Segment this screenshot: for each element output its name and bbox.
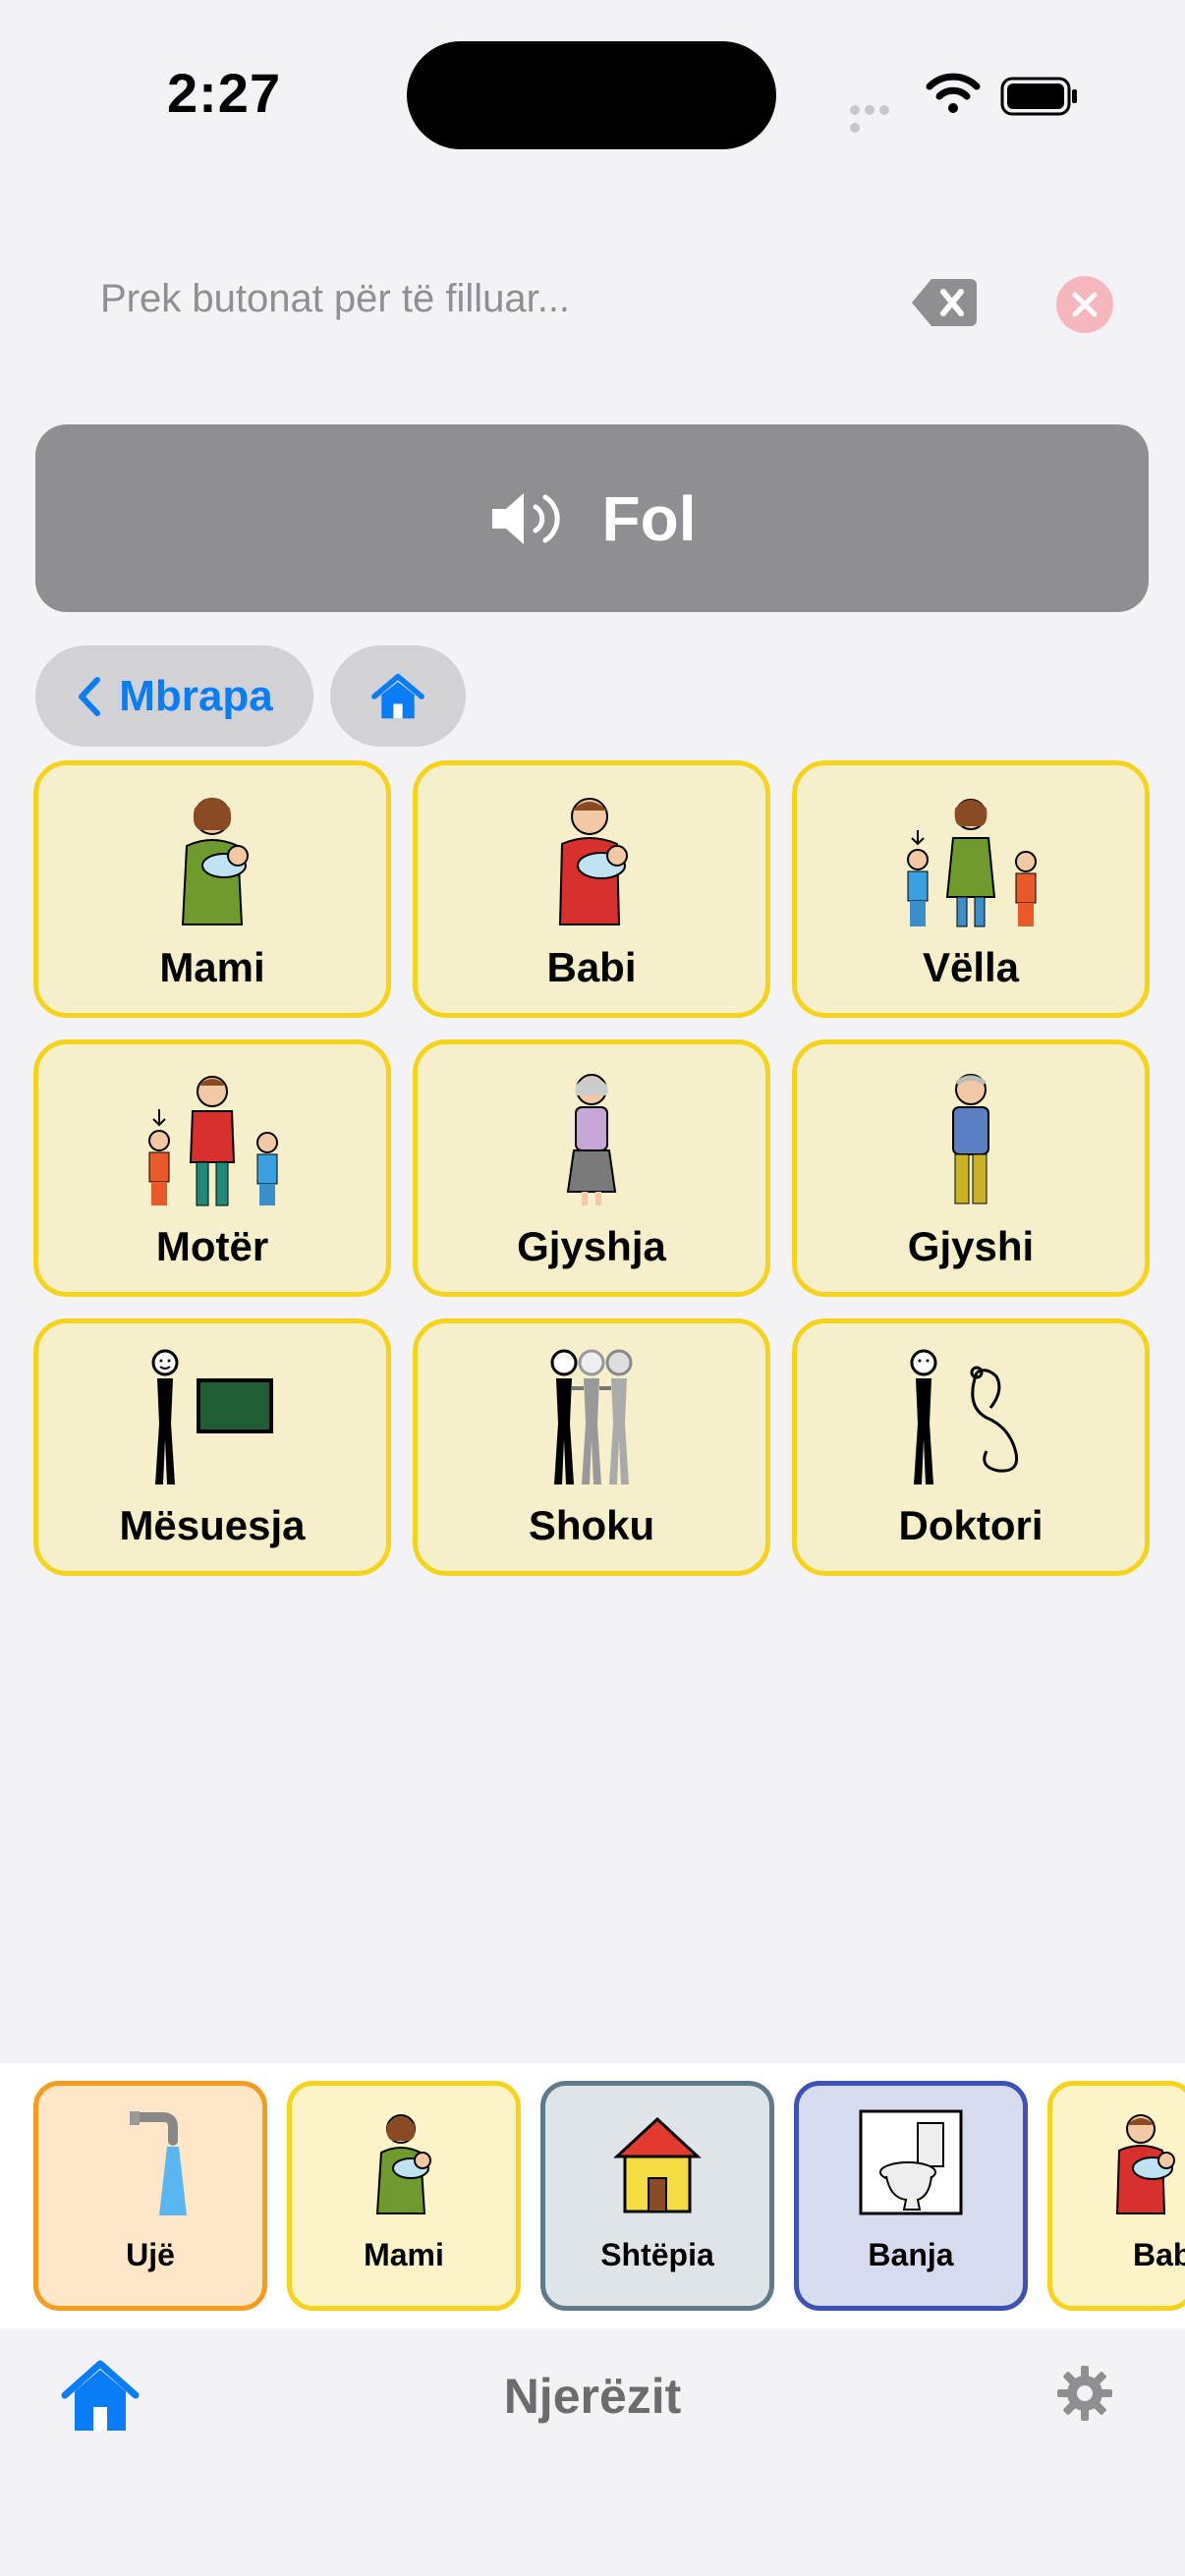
friends-icon bbox=[550, 1349, 633, 1484]
battery-icon bbox=[1000, 77, 1077, 116]
father-baby-icon bbox=[558, 798, 628, 925]
brother-icon bbox=[907, 799, 1037, 927]
dynamic-island bbox=[407, 41, 776, 149]
home-button[interactable] bbox=[330, 645, 466, 747]
close-icon bbox=[1072, 292, 1098, 317]
tile-doktori[interactable]: Doktori bbox=[792, 1318, 1150, 1576]
chip-babi[interactable]: Babi bbox=[1047, 2081, 1185, 2311]
chip-label: Ujë bbox=[126, 2237, 175, 2272]
grandfather-icon bbox=[952, 1074, 989, 1204]
chip-label: Babi bbox=[1133, 2237, 1185, 2272]
back-button[interactable]: Mbrapa bbox=[35, 645, 313, 747]
tile-label: Vëlla bbox=[922, 944, 1020, 990]
chip-uje[interactable]: Ujë bbox=[33, 2081, 267, 2311]
water-tap-icon bbox=[130, 2111, 187, 2215]
tile-mami[interactable]: Mami bbox=[33, 760, 391, 1018]
tile-label: Gjyshja bbox=[517, 1223, 666, 1269]
tile-label: Mami bbox=[159, 944, 265, 990]
tile-mesuesja[interactable]: Mësuesja bbox=[33, 1318, 391, 1576]
toilet-icon bbox=[859, 2109, 963, 2215]
chevron-left-icon bbox=[79, 676, 101, 716]
tile-label: Mësuesja bbox=[119, 1502, 306, 1548]
tile-gjyshi[interactable]: Gjyshi bbox=[792, 1039, 1150, 1297]
tile-shoku[interactable]: Shoku bbox=[413, 1318, 770, 1576]
mother-baby-icon bbox=[181, 798, 249, 925]
speak-label: Fol bbox=[601, 482, 697, 554]
grandmother-icon bbox=[566, 1074, 617, 1205]
house-icon bbox=[371, 673, 424, 718]
house-icon bbox=[613, 2116, 702, 2213]
tile-vella[interactable]: Vëlla bbox=[792, 760, 1150, 1018]
backspace-icon[interactable] bbox=[912, 277, 977, 328]
tile-gjyshja[interactable]: Gjyshja bbox=[413, 1039, 770, 1297]
cellular-signal-icon bbox=[850, 102, 907, 133]
speaker-icon bbox=[491, 492, 560, 544]
gear-icon[interactable] bbox=[1055, 2364, 1114, 2423]
wifi-icon bbox=[926, 73, 981, 113]
message-input[interactable]: Prek butonat për të filluar... bbox=[100, 277, 570, 321]
chip-mami[interactable]: Mami bbox=[287, 2081, 521, 2311]
sister-icon bbox=[148, 1076, 278, 1206]
tile-label: Doktori bbox=[898, 1502, 1044, 1548]
tile-label: Shoku bbox=[528, 1502, 655, 1548]
mother-baby-icon bbox=[375, 2114, 431, 2214]
speak-button[interactable]: Fol bbox=[35, 424, 1149, 612]
tile-babi[interactable]: Babi bbox=[413, 760, 770, 1018]
tile-label: Gjyshi bbox=[907, 1223, 1035, 1269]
back-label: Mbrapa bbox=[119, 671, 273, 720]
status-time: 2:27 bbox=[167, 62, 282, 124]
chip-label: Shtëpia bbox=[600, 2237, 714, 2272]
chip-label: Mami bbox=[364, 2237, 444, 2272]
father-baby-icon bbox=[1115, 2114, 1175, 2214]
tile-label: Babi bbox=[546, 944, 637, 990]
tile-label: Motër bbox=[155, 1223, 269, 1269]
chip-label: Banja bbox=[868, 2237, 954, 2272]
teacher-icon bbox=[151, 1349, 273, 1484]
chip-banja[interactable]: Banja bbox=[794, 2081, 1028, 2311]
doctor-icon bbox=[910, 1349, 1019, 1484]
clear-button[interactable] bbox=[1056, 276, 1113, 333]
tile-moter[interactable]: Motër bbox=[33, 1039, 391, 1297]
category-title: Njerëzit bbox=[503, 2369, 682, 2424]
chip-shtepia[interactable]: Shtëpia bbox=[540, 2081, 774, 2311]
